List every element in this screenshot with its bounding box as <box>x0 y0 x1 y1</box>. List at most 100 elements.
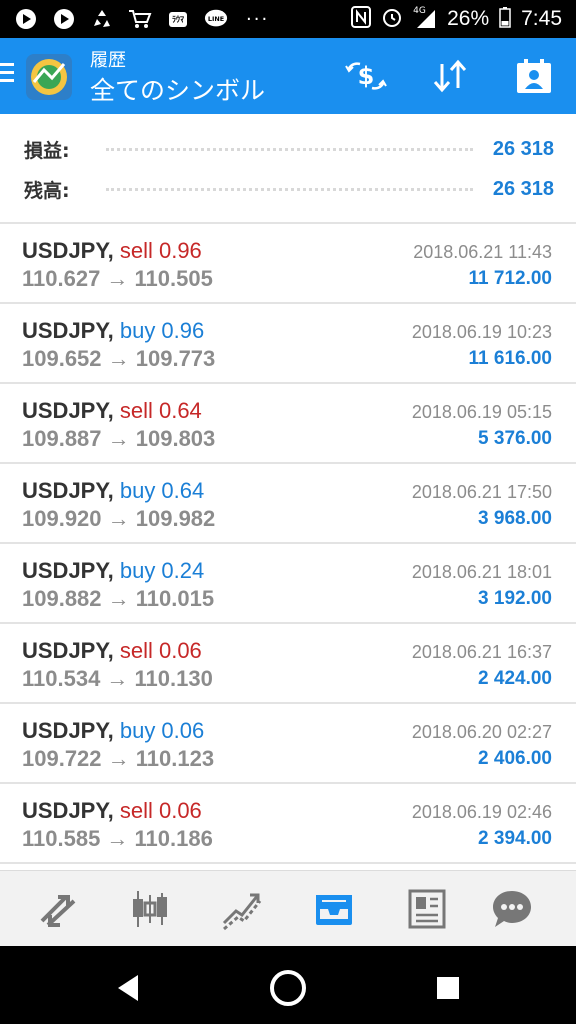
clock: 7:45 <box>521 7 562 30</box>
battery-percent: 26% <box>447 7 490 30</box>
news-icon <box>408 889 446 929</box>
balance-row: 残高: 26 318 <box>24 174 554 204</box>
trade-lines-icon <box>222 893 262 931</box>
trade-row[interactable]: USDJPY, buy 0.96 109.652 → 109.773 2018.… <box>0 304 576 384</box>
nav-chat[interactable] <box>488 885 536 933</box>
balance-value: 26 318 <box>492 177 554 200</box>
cart-icon <box>128 7 152 31</box>
home-circle-icon <box>270 970 306 1006</box>
svg-text:$: $ <box>358 62 375 90</box>
trade-direction: sell 0.64 <box>119 398 202 423</box>
trade-direction: sell 0.06 <box>119 798 202 823</box>
play-icon <box>52 7 76 31</box>
quotes-arrows-icon <box>40 895 76 927</box>
nav-history[interactable] <box>310 885 358 933</box>
trade-history-list[interactable]: USDJPY, sell 0.96 110.627 → 110.505 2018… <box>0 224 576 870</box>
trade-prices: 110.627 → 110.505 <box>22 266 213 291</box>
nfc-icon <box>351 5 372 33</box>
trade-row[interactable]: USDJPY, sell 0.06 110.585 → 110.186 2018… <box>0 784 576 864</box>
recycle-icon <box>90 7 114 31</box>
summary-panel: 損益: 26 318 残高: 26 318 <box>0 114 576 224</box>
nav-chart[interactable] <box>126 885 174 933</box>
trade-profit: 11 616.00 <box>468 348 552 369</box>
currency-exchange-icon: $ <box>345 62 387 90</box>
app-badge-icon: ﾗｳﾏ <box>166 7 190 31</box>
sort-button[interactable] <box>428 56 472 96</box>
trade-date: 2018.06.21 18:01 <box>411 562 552 582</box>
trade-direction: buy 0.24 <box>119 558 205 583</box>
trade-prices: 109.652 → 109.773 <box>22 346 216 371</box>
calendar-button[interactable] <box>512 56 556 96</box>
symbol-filter[interactable]: 全てのシンボル <box>90 76 265 106</box>
history-inbox-icon <box>316 895 352 925</box>
trade-row[interactable]: USDJPY, sell 0.96 110.627 → 110.505 2018… <box>0 224 576 304</box>
trade-prices: 109.887 → 109.803 <box>22 426 216 451</box>
trade-profit: 3 968.00 <box>478 508 552 529</box>
trade-symbol: USDJPY, <box>22 638 114 663</box>
trade-direction: sell 0.96 <box>119 238 202 263</box>
trade-prices: 110.585 → 110.186 <box>22 826 213 851</box>
trade-profit: 2 406.00 <box>478 748 552 769</box>
trade-row[interactable]: USDJPY, buy 0.24 109.882 → 110.015 2018.… <box>0 544 576 624</box>
trade-symbol: USDJPY, <box>22 318 114 343</box>
signal-icon: 4G <box>413 6 437 30</box>
recents-square-icon <box>437 977 459 999</box>
trade-direction: buy 0.64 <box>119 478 205 503</box>
app-logo <box>24 52 74 102</box>
more-notifications: ··· <box>246 8 270 30</box>
trade-row[interactable]: USDJPY, sell 0.64 109.887 → 109.803 2018… <box>0 384 576 464</box>
trade-profit: 2 394.00 <box>478 828 552 849</box>
trade-symbol: USDJPY, <box>22 398 114 423</box>
trade-row[interactable]: USDJPY, buy 0.64 109.920 → 109.982 2018.… <box>0 464 576 544</box>
trade-direction: sell 0.06 <box>119 638 202 663</box>
balance-label: 残高: <box>24 179 70 202</box>
profit-label: 損益: <box>24 139 70 162</box>
trade-prices: 109.920 → 109.982 <box>22 506 216 531</box>
back-triangle-icon <box>118 975 138 1001</box>
currency-exchange-button[interactable]: $ <box>344 56 388 96</box>
app-bar: 履歴 全てのシンボル $ <box>0 38 576 114</box>
home-button[interactable] <box>268 968 308 1008</box>
nav-news[interactable] <box>402 885 450 933</box>
status-bar: ﾗｳﾏ LINE ··· 4G 26% 7:45 <box>0 0 576 38</box>
nav-trade[interactable] <box>218 885 266 933</box>
recents-button[interactable] <box>428 968 468 1008</box>
menu-icon[interactable] <box>0 63 16 89</box>
back-button[interactable] <box>108 968 148 1008</box>
line-icon: LINE <box>204 7 228 31</box>
trade-prices: 109.882 → 110.015 <box>22 586 215 611</box>
trade-date: 2018.06.21 11:43 <box>413 242 552 262</box>
trade-date: 2018.06.19 10:23 <box>411 322 552 342</box>
trade-profit: 2 424.00 <box>478 668 552 689</box>
trade-row[interactable]: USDJPY, buy 0.06 109.722 → 110.123 2018.… <box>0 704 576 784</box>
profit-value: 26 318 <box>492 137 554 160</box>
svg-text:LINE: LINE <box>208 15 224 23</box>
trade-date: 2018.06.20 02:27 <box>411 722 552 742</box>
trade-symbol: USDJPY, <box>22 238 114 263</box>
dotted-leader <box>106 187 473 191</box>
battery-icon <box>499 6 511 33</box>
trade-row[interactable]: USDJPY, sell 0.06 110.534 → 110.130 2018… <box>0 624 576 704</box>
system-navigation <box>0 946 576 1024</box>
trade-symbol: USDJPY, <box>22 558 114 583</box>
trade-date: 2018.06.19 05:15 <box>411 402 552 422</box>
trade-profit: 11 712.00 <box>468 268 552 289</box>
profit-row: 損益: 26 318 <box>24 134 554 164</box>
play-icon <box>14 7 38 31</box>
candlestick-chart-icon <box>133 891 167 927</box>
trade-symbol: USDJPY, <box>22 718 114 743</box>
dotted-leader <box>106 147 473 151</box>
trade-prices: 109.722 → 110.123 <box>22 746 215 771</box>
sort-arrows-icon <box>433 59 467 93</box>
trade-date: 2018.06.19 02:46 <box>411 802 552 822</box>
calendar-user-icon <box>517 59 551 93</box>
trade-prices: 110.534 → 110.130 <box>22 666 213 691</box>
nav-quotes[interactable] <box>34 885 82 933</box>
trade-symbol: USDJPY, <box>22 798 114 823</box>
chat-bubble-icon <box>493 891 531 927</box>
page-title: 履歴 <box>90 50 126 71</box>
trade-profit: 3 192.00 <box>478 588 552 609</box>
trade-date: 2018.06.21 16:37 <box>411 642 552 662</box>
trade-date: 2018.06.21 17:50 <box>411 482 552 502</box>
trade-direction: buy 0.96 <box>119 318 205 343</box>
